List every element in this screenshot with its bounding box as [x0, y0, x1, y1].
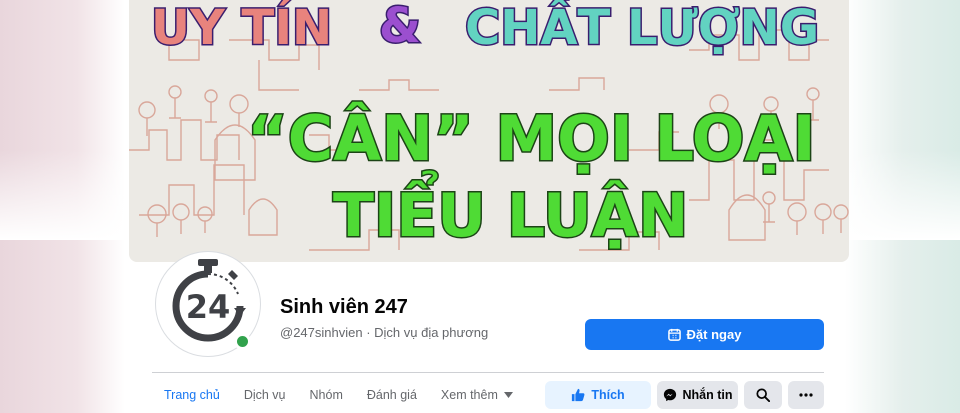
thumbs-up-icon [572, 388, 585, 402]
book-now-label: Đặt ngay [686, 327, 742, 342]
facebook-page-header: UY TÍN & CHẤT LƯỢNG “CÂN” MỌI LOẠI TIỂU … [0, 0, 960, 413]
tab-more-label: Xem thêm [440, 388, 498, 402]
search-button[interactable] [744, 381, 782, 409]
book-now-button[interactable]: Đặt ngay [585, 319, 824, 350]
like-button[interactable]: Thích [545, 381, 651, 409]
tab-groups-label: Nhóm [309, 388, 343, 402]
messenger-icon [663, 388, 676, 402]
tab-groups[interactable]: Nhóm [298, 380, 355, 410]
search-icon [756, 388, 770, 402]
avatar-number: 24 [186, 288, 231, 326]
cover-line1-left: UY TÍN [149, 0, 333, 56]
tab-reviews[interactable]: Đánh giá [355, 380, 429, 410]
page-subtitle: @247sinhvien · Dịch vụ địa phương [280, 325, 489, 340]
like-label: Thích [591, 388, 625, 402]
cover-line2: “CÂN” MỌI LOẠI [246, 102, 818, 175]
message-label: Nhắn tin [682, 388, 733, 402]
tab-reviews-label: Đánh giá [366, 388, 417, 402]
message-button[interactable]: Nhắn tin [657, 381, 738, 409]
divider [152, 372, 824, 373]
cover-photo[interactable]: UY TÍN & CHẤT LƯỢNG “CÂN” MỌI LOẠI TIỂU … [129, 0, 849, 262]
calendar-icon [667, 328, 681, 341]
caret-down-icon [503, 392, 513, 398]
cover-ampersand: & [378, 0, 423, 54]
more-options-button[interactable] [788, 381, 824, 409]
tab-home-label: Trang chủ [164, 388, 220, 402]
tab-services[interactable]: Dịch vụ [232, 380, 298, 410]
tab-services-label: Dịch vụ [243, 388, 286, 402]
online-status-dot [234, 333, 251, 350]
page-tabs: Trang chủ Dịch vụ Nhóm Đánh giá Xem thêm [152, 380, 525, 410]
page-title[interactable]: Sinh viên 247 [280, 296, 408, 319]
tab-home[interactable]: Trang chủ [152, 380, 232, 410]
tab-more[interactable]: Xem thêm [429, 380, 525, 410]
cover-line3: TIỂU LUẬN [331, 181, 689, 251]
more-icon [799, 393, 813, 397]
cover-line1-right: CHẤT LƯỢNG [463, 0, 820, 56]
cover-headline: UY TÍN & CHẤT LƯỢNG “CÂN” MỌI LOẠI TIỂU … [129, 0, 849, 262]
